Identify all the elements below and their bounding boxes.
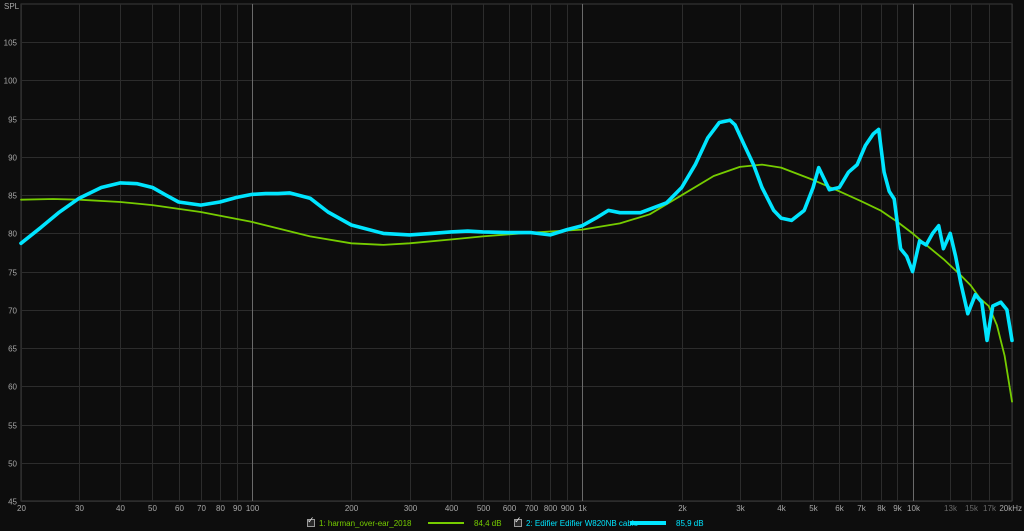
x-tick-label: 800: [544, 504, 558, 513]
x-tick-label: 80: [216, 504, 225, 513]
series-2-swatch: [630, 521, 666, 525]
x-tick-label: 13k: [944, 504, 958, 513]
x-tick-label: 17k: [983, 504, 997, 513]
series-2-level: 85,9 dB: [676, 518, 704, 528]
legend-line-series-1: 84,4 dB: [418, 517, 502, 529]
x-tick-label: 90: [233, 504, 242, 513]
x-tick-label: 10k: [907, 504, 921, 513]
y-tick-label: 65: [8, 345, 17, 354]
x-tick-label: 4k: [777, 504, 786, 513]
y-axis-label: SPL: [4, 2, 20, 11]
plot-background: [0, 0, 1024, 531]
x-tick-label: 100: [246, 504, 260, 513]
series-1-swatch: [428, 522, 464, 524]
y-tick-label: 55: [8, 422, 17, 431]
legend: 1: harman_over-ear_2018 84,4 dB 2: Edifi…: [0, 514, 1024, 531]
y-tick-label: 70: [8, 307, 17, 316]
y-tick-label: 50: [8, 460, 17, 469]
x-tick-label: 500: [477, 504, 491, 513]
y-tick-label: 90: [8, 154, 17, 163]
series-2-checkbox[interactable]: [514, 516, 522, 527]
x-tick-label: 50: [148, 504, 157, 513]
y-tick-label: 80: [8, 230, 17, 239]
x-tick-label: 300: [404, 504, 418, 513]
x-tick-label: 9k: [893, 504, 902, 513]
x-tick-label: 600: [503, 504, 517, 513]
y-tick-label: 95: [8, 116, 17, 125]
series-1-name: 1: harman_over-ear_2018: [319, 518, 412, 528]
x-tick-label: 30: [75, 504, 84, 513]
x-tick-label: 700: [525, 504, 539, 513]
x-tick-label: 5k: [809, 504, 818, 513]
x-tick-label: 200: [345, 504, 359, 513]
x-tick-label: 70: [197, 504, 206, 513]
x-tick-label: 1k: [578, 504, 587, 513]
x-tick-label: 900: [561, 504, 575, 513]
legend-line-series-2: 85,9 dB: [620, 517, 704, 529]
x-tick-label: 60: [175, 504, 184, 513]
x-tick-label: 7k: [857, 504, 866, 513]
series-1-level: 84,4 dB: [474, 518, 502, 528]
legend-item-series-1[interactable]: 1: harman_over-ear_2018: [307, 516, 412, 529]
x-tick-label: 40: [116, 504, 125, 513]
y-tick-label: 100: [4, 77, 18, 86]
y-tick-label: 105: [4, 39, 18, 48]
y-tick-label: 60: [8, 383, 17, 392]
x-tick-label: 20: [17, 504, 26, 513]
y-tick-label: 85: [8, 192, 17, 201]
x-tick-label: 6k: [835, 504, 844, 513]
x-tick-label: 2k: [678, 504, 687, 513]
y-tick-label: 75: [8, 269, 17, 278]
series-1-checkbox[interactable]: [307, 516, 315, 527]
frequency-response-chart: 4550556065707580859095100105 20 30 40 50 60 7…: [0, 0, 1024, 531]
x-tick-label: 8k: [877, 504, 886, 513]
x-tick-label: 3k: [736, 504, 745, 513]
x-tick-label: 400: [445, 504, 459, 513]
x-tick-label: 15k: [965, 504, 979, 513]
x-tick-label: 20kHz: [999, 504, 1022, 513]
